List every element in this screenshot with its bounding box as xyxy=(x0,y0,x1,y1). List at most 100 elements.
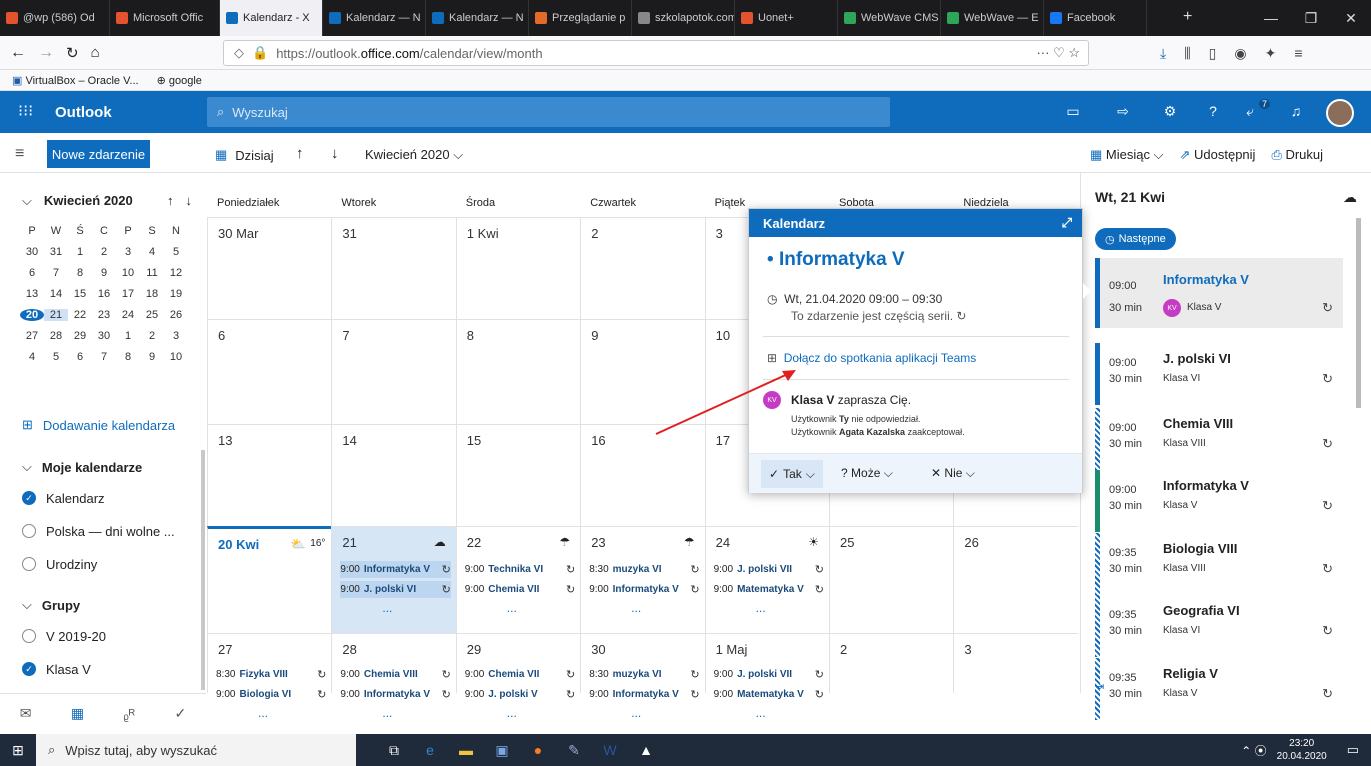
more-events-button[interactable]: ... xyxy=(507,706,517,720)
prev-arrow-icon[interactable]: ↑ xyxy=(296,145,304,162)
mini-day[interactable]: 10 xyxy=(116,267,140,279)
teams-join-link[interactable]: ⊞ Dołącz do spotkania aplikacji Teams xyxy=(767,351,976,365)
agenda-item[interactable]: KV 09:00 30 min Informatyka V Klasa V ↻ xyxy=(1095,258,1343,328)
mini-day[interactable]: 8 xyxy=(116,351,140,363)
mini-day[interactable]: 1 xyxy=(68,246,92,258)
mail-icon[interactable]: ✉ xyxy=(20,705,32,722)
day-cell[interactable]: 28 9:00 Chemia VIII ↻ 9:00 Informatyka V ↻... xyxy=(331,633,456,720)
day-cell[interactable]: 22 9:00 Technika VI ↻ 9:00 Chemia VII ↻... ☂ xyxy=(455,526,581,633)
mini-day[interactable]: 12 xyxy=(164,267,188,279)
mini-day[interactable]: 28 xyxy=(44,330,68,342)
calendar-toggle[interactable]: ✓ Kalendarz xyxy=(0,483,105,513)
help-icon[interactable]: ? xyxy=(1203,103,1223,119)
mini-day[interactable]: 30 xyxy=(20,246,44,258)
agenda-item[interactable]: 09:35 30 min Geografia VI Klasa VI ↻ xyxy=(1095,595,1343,657)
day-cell[interactable]: 25 xyxy=(829,526,954,633)
day-cell[interactable]: 2 xyxy=(580,217,705,319)
browser-tab[interactable]: Kalendarz — N xyxy=(323,0,426,36)
mini-day[interactable]: 9 xyxy=(92,267,116,279)
mini-day[interactable]: 17 xyxy=(116,288,140,300)
people-icon[interactable]: ᵨᴿ xyxy=(123,706,135,722)
next-arrow-icon[interactable]: ↓ xyxy=(331,145,339,162)
close-icon[interactable]: ✕ xyxy=(1331,10,1371,27)
day-cell[interactable]: 2 xyxy=(829,633,954,693)
calendar-toggle[interactable]: ✓ Klasa V xyxy=(0,654,91,684)
mini-day[interactable]: 29 xyxy=(68,330,92,342)
photos-icon[interactable]: ▲ xyxy=(628,734,664,766)
day-cell[interactable]: 3 xyxy=(953,633,1078,693)
calendar-event[interactable]: 9:00 Chemia VII ↻ xyxy=(465,581,575,598)
day-cell[interactable]: 30 8:30 muzyka VI ↻ 9:00 Informatyka V ↻... xyxy=(580,633,705,720)
mini-day[interactable]: 5 xyxy=(164,246,188,258)
more-events-button[interactable]: ... xyxy=(631,706,641,720)
day-cell[interactable]: 15 xyxy=(455,424,581,526)
virtualbox-icon[interactable]: ▣ xyxy=(484,734,520,766)
calendar-event[interactable]: 9:00 Informatyka V ↻ xyxy=(340,686,450,703)
calendar-event[interactable]: 8:30 Fizyka VIII ↻ xyxy=(216,666,326,683)
mini-day[interactable]: 23 xyxy=(92,309,116,321)
view-selector[interactable]: ▦ Miesiąc ⌵ xyxy=(1090,147,1163,163)
teams-chat-icon[interactable]: ▭ xyxy=(1063,103,1083,120)
mini-day[interactable]: 3 xyxy=(164,330,188,342)
paint-icon[interactable]: ✎ xyxy=(556,734,592,766)
agenda-item[interactable]: 09:00 30 min Informatyka V Klasa V ↻ xyxy=(1095,470,1343,532)
file-explorer-icon[interactable]: ▬ xyxy=(448,734,484,766)
hamburger-icon[interactable]: ≡ xyxy=(15,145,24,163)
browser-tab[interactable]: Facebook xyxy=(1044,0,1147,36)
word-icon[interactable]: W xyxy=(592,734,628,766)
home-icon[interactable]: ⌂ xyxy=(91,44,100,61)
search-input[interactable]: ⌕ Wyszukaj xyxy=(207,97,890,127)
mini-day[interactable]: 11 xyxy=(140,267,164,279)
day-cell[interactable]: 23 8:30 muzyka VI ↻ 9:00 Informatyka V ↻... ☂ xyxy=(580,526,705,633)
more-events-button[interactable]: ... xyxy=(382,706,392,720)
mini-day[interactable]: 5 xyxy=(44,351,68,363)
agenda-item[interactable]: 09:35 30 min Religia V Klasa V ↻ xyxy=(1095,658,1343,720)
more-events-button[interactable]: ... xyxy=(258,706,268,720)
taskbar-search[interactable]: ⌕ Wpisz tutaj, aby wyszukać xyxy=(36,734,356,766)
mini-day[interactable]: 9 xyxy=(140,351,164,363)
app-launcher-icon[interactable]: ⁝⁝⁝ xyxy=(18,101,33,121)
add-calendar-link[interactable]: ⊞ Dodawanie kalendarza xyxy=(0,410,175,440)
windows-start-icon[interactable]: ⊞ xyxy=(0,734,36,766)
browser-tab[interactable]: Przeglądanie p xyxy=(529,0,632,36)
calendar-event[interactable]: 9:00 J. polski V ↻ xyxy=(465,686,575,703)
mini-day[interactable]: 7 xyxy=(44,267,68,279)
calendar-toggle[interactable]: Urodziny xyxy=(0,549,97,579)
tasks-icon[interactable]: ✓ xyxy=(175,705,187,722)
more-events-button[interactable]: ... xyxy=(507,601,517,615)
page-actions-icon[interactable]: ··· ♡ ☆ xyxy=(1036,45,1080,61)
back-icon[interactable]: ← xyxy=(10,44,26,62)
more-events-button[interactable]: ... xyxy=(756,706,766,720)
mini-day[interactable]: 7 xyxy=(92,351,116,363)
groups-header[interactable]: ⌵ Grupy xyxy=(0,590,80,620)
mini-day[interactable]: 6 xyxy=(20,267,44,279)
system-clock[interactable]: 23:20 20.04.2020 xyxy=(1277,737,1327,763)
today-button[interactable]: ▦ Dzisiaj xyxy=(215,147,274,163)
calendar-toggle[interactable]: Polska — dni wolne ... xyxy=(0,516,175,546)
mini-day[interactable]: 14 xyxy=(44,288,68,300)
mini-day[interactable]: 31 xyxy=(44,246,68,258)
calendar-toggle[interactable]: V 2019-20 xyxy=(0,621,106,651)
task-view-icon[interactable]: ⧉ xyxy=(376,734,412,766)
browser-tab[interactable]: Uonet+ xyxy=(735,0,838,36)
browser-tab[interactable]: WebWave CMS xyxy=(838,0,941,36)
month-selector[interactable]: Kwiecień 2020 ⌵ xyxy=(365,147,463,163)
browser-tab[interactable]: WebWave — E xyxy=(941,0,1044,36)
firefox-icon[interactable]: ● xyxy=(520,734,556,766)
mini-day[interactable]: 13 xyxy=(20,288,44,300)
new-event-button[interactable]: Nowe zdarzenie xyxy=(47,140,150,168)
forward-icon[interactable]: → xyxy=(38,44,54,62)
calendar-event[interactable]: 9:00 Chemia VIII ↻ xyxy=(340,666,450,683)
agenda-scrollbar[interactable] xyxy=(1356,218,1361,408)
minimize-icon[interactable]: — xyxy=(1251,10,1291,26)
day-cell[interactable]: 13 xyxy=(207,424,332,526)
avatar[interactable] xyxy=(1326,99,1354,127)
notification-center-icon[interactable]: ▭ xyxy=(1347,742,1359,758)
todo-icon[interactable]: ⇨ xyxy=(1113,103,1133,120)
download-icon[interactable]: ⤓ xyxy=(1160,45,1166,62)
browser-tab[interactable]: Microsoft Offic xyxy=(110,0,220,36)
browser-tab[interactable]: szkolapotok.com xyxy=(632,0,735,36)
bookmark-google[interactable]: ⊕ google xyxy=(157,74,202,87)
edge-icon[interactable]: e xyxy=(412,734,448,766)
mini-day[interactable]: 15 xyxy=(68,288,92,300)
